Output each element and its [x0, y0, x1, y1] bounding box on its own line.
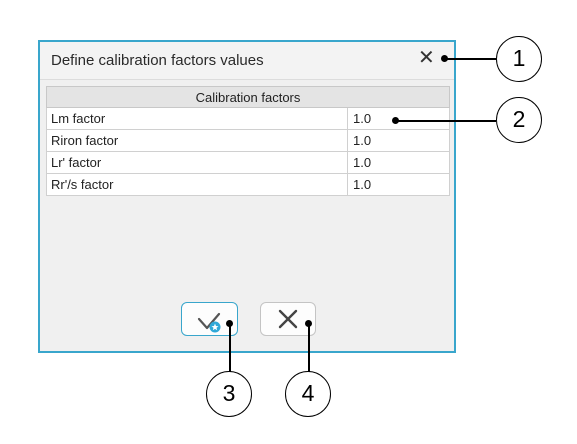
table-row: Lm factor 1.0: [46, 107, 450, 130]
calibration-dialog: Define calibration factors values ✕ Cali…: [38, 40, 456, 353]
factor-value-cell[interactable]: 1.0: [347, 151, 450, 174]
table-header-row: Calibration factors: [46, 86, 450, 108]
table-row: Rr'/s factor 1.0: [46, 173, 450, 196]
callout-line: [229, 324, 231, 372]
table-row: Riron factor 1.0: [46, 129, 450, 152]
table-header: Calibration factors: [46, 86, 450, 108]
factor-name: Lm factor: [46, 107, 348, 130]
close-icon[interactable]: ✕: [418, 48, 435, 68]
factor-name: Lr' factor: [46, 151, 348, 174]
callout-line: [445, 58, 496, 60]
table-row: Lr' factor 1.0: [46, 151, 450, 174]
callout-marker-3: 3: [206, 371, 252, 417]
callout-marker-2: 2: [496, 97, 542, 143]
factor-name: Riron factor: [46, 129, 348, 152]
dialog-title: Define calibration factors values: [51, 52, 264, 69]
callout-marker-1: 1: [496, 36, 542, 82]
factor-value-cell[interactable]: 1.0: [347, 129, 450, 152]
calibration-factors-table: Calibration factors Lm factor 1.0 Riron …: [46, 86, 450, 196]
callout-line: [308, 324, 310, 372]
factor-name: Rr'/s factor: [46, 173, 348, 196]
callout-line: [396, 120, 496, 122]
factor-value-cell[interactable]: 1.0: [347, 173, 450, 196]
callout-marker-4: 4: [285, 371, 331, 417]
dialog-titlebar: Define calibration factors values ✕: [40, 42, 454, 80]
